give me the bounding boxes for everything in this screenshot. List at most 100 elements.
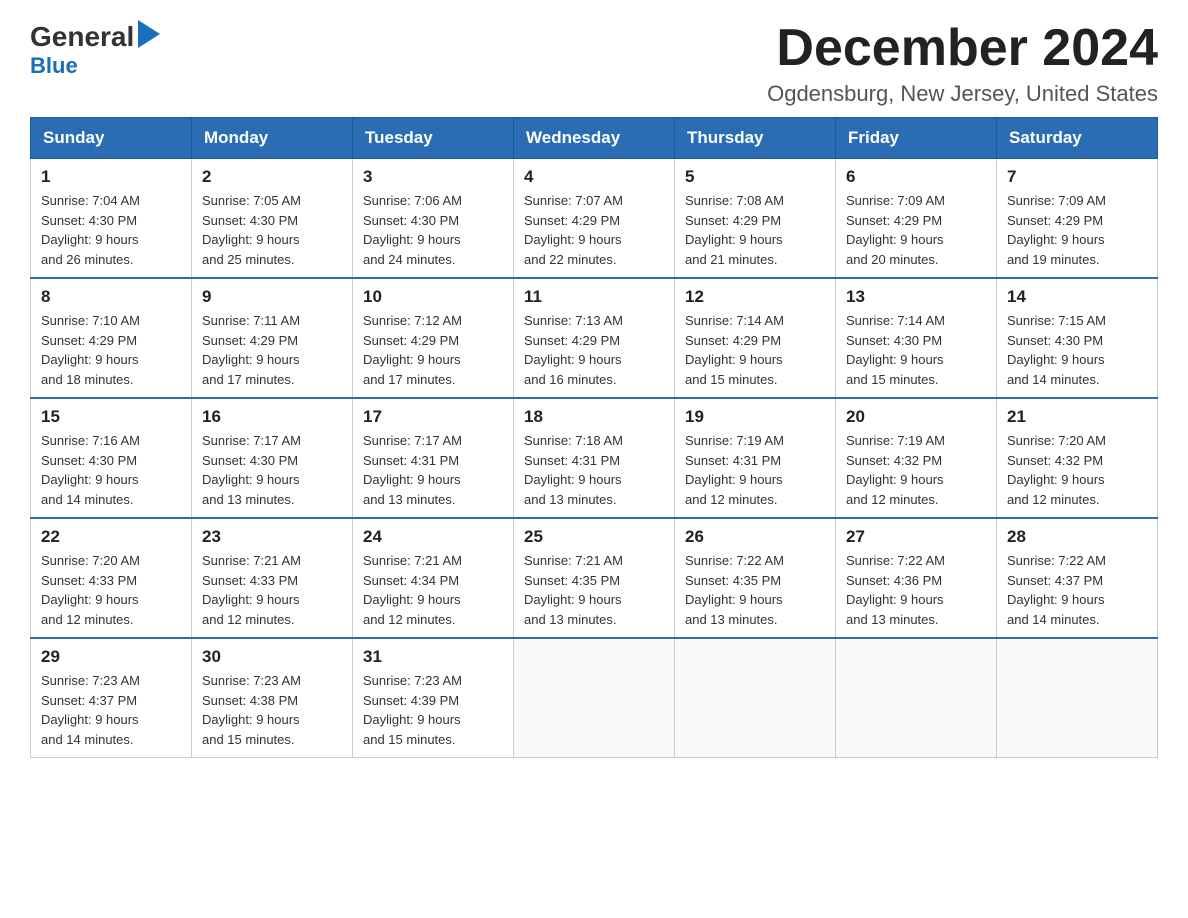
day-info: Sunrise: 7:21 AMSunset: 4:35 PMDaylight:…: [524, 551, 664, 629]
calendar-day-cell: 30Sunrise: 7:23 AMSunset: 4:38 PMDayligh…: [192, 638, 353, 758]
day-info: Sunrise: 7:19 AMSunset: 4:31 PMDaylight:…: [685, 431, 825, 509]
day-of-week-header: Friday: [836, 118, 997, 159]
day-info: Sunrise: 7:20 AMSunset: 4:33 PMDaylight:…: [41, 551, 181, 629]
day-info: Sunrise: 7:15 AMSunset: 4:30 PMDaylight:…: [1007, 311, 1147, 389]
calendar-week-row: 22 Sunrise: 7:20 AMSunset: 4:33 PMDayligh…: [31, 518, 1158, 638]
day-number: 22: [41, 527, 181, 547]
day-info: Sunrise: 7:08 AMSunset: 4:29 PMDaylight:…: [685, 191, 825, 269]
logo-blue: Blue: [30, 55, 78, 77]
calendar-week-row: 29 Sunrise: 7:23 AMSunset: 4:37 PMDayligh…: [31, 638, 1158, 758]
day-info: Sunrise: 7:14 AMSunset: 4:30 PMDaylight:…: [846, 311, 986, 389]
day-number: 31: [363, 647, 503, 667]
calendar-day-cell: 28 Sunrise: 7:22 AMSunset: 4:37 PMDayligh…: [997, 518, 1158, 638]
day-number: 28: [1007, 527, 1147, 547]
calendar-day-cell: 14 Sunrise: 7:15 AMSunset: 4:30 PMDayligh…: [997, 278, 1158, 398]
day-of-week-header: Thursday: [675, 118, 836, 159]
calendar-day-cell: 25Sunrise: 7:21 AMSunset: 4:35 PMDayligh…: [514, 518, 675, 638]
calendar-day-cell: 24 Sunrise: 7:21 AMSunset: 4:34 PMDayligh…: [353, 518, 514, 638]
day-info: Sunrise: 7:04 AMSunset: 4:30 PMDaylight:…: [41, 191, 181, 269]
day-of-week-header: Monday: [192, 118, 353, 159]
calendar-day-cell: [675, 638, 836, 758]
calendar-day-cell: 11Sunrise: 7:13 AMSunset: 4:29 PMDayligh…: [514, 278, 675, 398]
day-number: 17: [363, 407, 503, 427]
day-number: 2: [202, 167, 342, 187]
calendar-day-cell: 18 Sunrise: 7:18 AMSunset: 4:31 PMDayligh…: [514, 398, 675, 518]
page-header: General Blue December 2024 Ogdensburg, N…: [30, 20, 1158, 107]
day-number: 18: [524, 407, 664, 427]
day-info: Sunrise: 7:22 AMSunset: 4:37 PMDaylight:…: [1007, 551, 1147, 629]
logo-arrow-icon: [138, 20, 160, 48]
day-info: Sunrise: 7:20 AMSunset: 4:32 PMDaylight:…: [1007, 431, 1147, 509]
day-info: Sunrise: 7:19 AMSunset: 4:32 PMDaylight:…: [846, 431, 986, 509]
calendar-day-cell: 31 Sunrise: 7:23 AMSunset: 4:39 PMDayligh…: [353, 638, 514, 758]
day-info: Sunrise: 7:18 AMSunset: 4:31 PMDaylight:…: [524, 431, 664, 509]
day-info: Sunrise: 7:05 AMSunset: 4:30 PMDaylight:…: [202, 191, 342, 269]
day-number: 23: [202, 527, 342, 547]
calendar-day-cell: 20 Sunrise: 7:19 AMSunset: 4:32 PMDayligh…: [836, 398, 997, 518]
logo: General Blue: [30, 20, 160, 77]
day-number: 10: [363, 287, 503, 307]
day-info: Sunrise: 7:23 AMSunset: 4:39 PMDaylight:…: [363, 671, 503, 749]
day-number: 20: [846, 407, 986, 427]
calendar-week-row: 1Sunrise: 7:04 AMSunset: 4:30 PMDaylight…: [31, 159, 1158, 279]
calendar-day-cell: 3Sunrise: 7:06 AMSunset: 4:30 PMDaylight…: [353, 159, 514, 279]
calendar-header-row: SundayMondayTuesdayWednesdayThursdayFrid…: [31, 118, 1158, 159]
day-of-week-header: Wednesday: [514, 118, 675, 159]
day-info: Sunrise: 7:07 AMSunset: 4:29 PMDaylight:…: [524, 191, 664, 269]
calendar-day-cell: 22 Sunrise: 7:20 AMSunset: 4:33 PMDayligh…: [31, 518, 192, 638]
day-info: Sunrise: 7:21 AMSunset: 4:33 PMDaylight:…: [202, 551, 342, 629]
day-number: 27: [846, 527, 986, 547]
calendar-day-cell: 1Sunrise: 7:04 AMSunset: 4:30 PMDaylight…: [31, 159, 192, 279]
day-number: 29: [41, 647, 181, 667]
calendar-day-cell: 9 Sunrise: 7:11 AMSunset: 4:29 PMDaylight…: [192, 278, 353, 398]
day-info: Sunrise: 7:10 AMSunset: 4:29 PMDaylight:…: [41, 311, 181, 389]
day-number: 21: [1007, 407, 1147, 427]
calendar-day-cell: 15 Sunrise: 7:16 AMSunset: 4:30 PMDayligh…: [31, 398, 192, 518]
calendar-week-row: 8 Sunrise: 7:10 AMSunset: 4:29 PMDaylight…: [31, 278, 1158, 398]
day-number: 16: [202, 407, 342, 427]
calendar-day-cell: 17 Sunrise: 7:17 AMSunset: 4:31 PMDayligh…: [353, 398, 514, 518]
day-number: 24: [363, 527, 503, 547]
day-info: Sunrise: 7:23 AMSunset: 4:37 PMDaylight:…: [41, 671, 181, 749]
calendar-day-cell: 27 Sunrise: 7:22 AMSunset: 4:36 PMDayligh…: [836, 518, 997, 638]
calendar-day-cell: 10 Sunrise: 7:12 AMSunset: 4:29 PMDayligh…: [353, 278, 514, 398]
day-info: Sunrise: 7:12 AMSunset: 4:29 PMDaylight:…: [363, 311, 503, 389]
day-info: Sunrise: 7:16 AMSunset: 4:30 PMDaylight:…: [41, 431, 181, 509]
calendar-day-cell: 5Sunrise: 7:08 AMSunset: 4:29 PMDaylight…: [675, 159, 836, 279]
day-info: Sunrise: 7:21 AMSunset: 4:34 PMDaylight:…: [363, 551, 503, 629]
day-info: Sunrise: 7:09 AMSunset: 4:29 PMDaylight:…: [1007, 191, 1147, 269]
day-number: 12: [685, 287, 825, 307]
day-of-week-header: Saturday: [997, 118, 1158, 159]
calendar-day-cell: 26 Sunrise: 7:22 AMSunset: 4:35 PMDayligh…: [675, 518, 836, 638]
day-info: Sunrise: 7:17 AMSunset: 4:30 PMDaylight:…: [202, 431, 342, 509]
day-number: 9: [202, 287, 342, 307]
day-number: 6: [846, 167, 986, 187]
day-number: 4: [524, 167, 664, 187]
title-area: December 2024 Ogdensburg, New Jersey, Un…: [767, 20, 1158, 107]
day-info: Sunrise: 7:22 AMSunset: 4:35 PMDaylight:…: [685, 551, 825, 629]
day-info: Sunrise: 7:17 AMSunset: 4:31 PMDaylight:…: [363, 431, 503, 509]
calendar-day-cell: [514, 638, 675, 758]
calendar-day-cell: [997, 638, 1158, 758]
calendar-day-cell: 12Sunrise: 7:14 AMSunset: 4:29 PMDayligh…: [675, 278, 836, 398]
day-number: 11: [524, 287, 664, 307]
day-info: Sunrise: 7:22 AMSunset: 4:36 PMDaylight:…: [846, 551, 986, 629]
calendar-day-cell: 6Sunrise: 7:09 AMSunset: 4:29 PMDaylight…: [836, 159, 997, 279]
day-info: Sunrise: 7:23 AMSunset: 4:38 PMDaylight:…: [202, 671, 342, 749]
day-number: 26: [685, 527, 825, 547]
calendar-day-cell: 21 Sunrise: 7:20 AMSunset: 4:32 PMDayligh…: [997, 398, 1158, 518]
day-number: 7: [1007, 167, 1147, 187]
day-number: 3: [363, 167, 503, 187]
day-of-week-header: Tuesday: [353, 118, 514, 159]
day-number: 14: [1007, 287, 1147, 307]
calendar-day-cell: 8 Sunrise: 7:10 AMSunset: 4:29 PMDaylight…: [31, 278, 192, 398]
day-info: Sunrise: 7:11 AMSunset: 4:29 PMDaylight:…: [202, 311, 342, 389]
calendar-day-cell: 29 Sunrise: 7:23 AMSunset: 4:37 PMDayligh…: [31, 638, 192, 758]
day-number: 8: [41, 287, 181, 307]
calendar-day-cell: 23 Sunrise: 7:21 AMSunset: 4:33 PMDayligh…: [192, 518, 353, 638]
calendar-day-cell: 19Sunrise: 7:19 AMSunset: 4:31 PMDayligh…: [675, 398, 836, 518]
calendar-day-cell: 2 Sunrise: 7:05 AMSunset: 4:30 PMDaylight…: [192, 159, 353, 279]
day-number: 15: [41, 407, 181, 427]
calendar-day-cell: [836, 638, 997, 758]
calendar-week-row: 15 Sunrise: 7:16 AMSunset: 4:30 PMDayligh…: [31, 398, 1158, 518]
